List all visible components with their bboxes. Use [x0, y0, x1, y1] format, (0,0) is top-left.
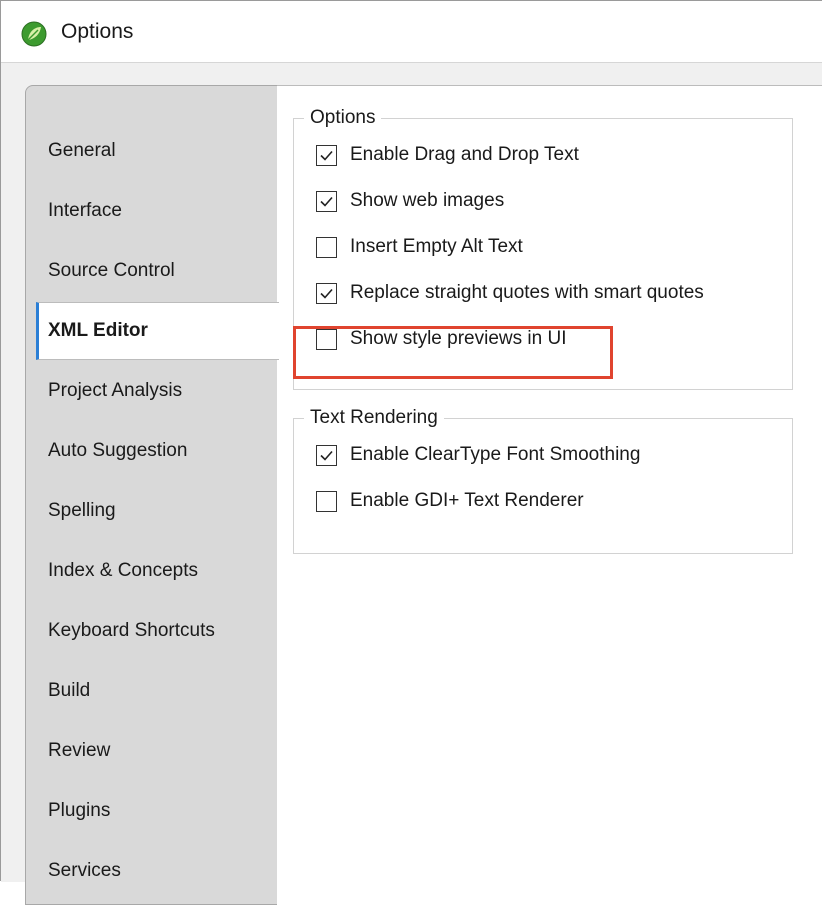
highlight-box	[293, 326, 613, 379]
tab-xml-editor[interactable]: XML Editor	[36, 302, 279, 360]
tab-index-concepts[interactable]: Index & Concepts	[26, 542, 278, 600]
checkbox-label: Insert Empty Alt Text	[350, 236, 523, 257]
checkbox-smart-quotes[interactable]	[316, 282, 337, 304]
checkbox-row-web-images[interactable]: Show web images	[316, 187, 504, 215]
tab-review[interactable]: Review	[26, 722, 278, 780]
checkbox-row-smart-quotes[interactable]: Replace straight quotes with smart quote…	[316, 279, 704, 307]
checkbox-cleartype[interactable]	[316, 444, 337, 466]
checkbox-empty-alt[interactable]	[316, 236, 337, 258]
checkbox-drag-drop[interactable]	[316, 144, 337, 166]
checkbox-row-cleartype[interactable]: Enable ClearType Font Smoothing	[316, 441, 640, 469]
checkbox-label: Show web images	[350, 190, 505, 211]
options-group-title: Options	[304, 107, 382, 129]
checkbox-label: Enable ClearType Font Smoothing	[350, 444, 641, 465]
tab-strip: General Interface Source Control XML Edi…	[25, 85, 279, 905]
dialog-content: General Interface Source Control XML Edi…	[1, 63, 822, 905]
checkmark-icon	[320, 450, 333, 461]
tab-plugins[interactable]: Plugins	[26, 782, 278, 840]
tab-services[interactable]: Services	[26, 842, 278, 900]
title-bar: Options	[1, 1, 822, 63]
tab-keyboard-shortcuts[interactable]: Keyboard Shortcuts	[26, 602, 278, 660]
tab-general[interactable]: General	[26, 122, 278, 180]
checkbox-row-empty-alt[interactable]: Insert Empty Alt Text	[316, 233, 523, 261]
window-title: Options	[61, 20, 134, 43]
tab-project-analysis[interactable]: Project Analysis	[26, 362, 278, 420]
checkmark-icon	[320, 196, 333, 207]
checkmark-icon	[320, 288, 333, 299]
checkbox-row-gdi[interactable]: Enable GDI+ Text Renderer	[316, 487, 584, 515]
tab-spelling[interactable]: Spelling	[26, 482, 278, 540]
checkbox-web-images[interactable]	[316, 190, 337, 212]
checkbox-gdi[interactable]	[316, 490, 337, 512]
tab-source-control[interactable]: Source Control	[26, 242, 278, 300]
leaf-logo-icon	[21, 21, 47, 47]
xml-editor-panel: Options Enable Drag and Drop Text Show w…	[277, 85, 822, 905]
text-rendering-group: Text Rendering Enable ClearType Font Smo…	[293, 407, 793, 554]
checkbox-row-drag-drop[interactable]: Enable Drag and Drop Text	[316, 141, 579, 169]
tab-build[interactable]: Build	[26, 662, 278, 720]
checkbox-label: Replace straight quotes with smart quote…	[350, 282, 704, 303]
checkmark-icon	[320, 150, 333, 161]
checkbox-label: Enable Drag and Drop Text	[350, 144, 579, 165]
tab-auto-suggestion[interactable]: Auto Suggestion	[26, 422, 278, 480]
checkbox-label: Enable GDI+ Text Renderer	[350, 490, 584, 511]
text-rendering-group-title: Text Rendering	[304, 407, 444, 429]
tab-interface[interactable]: Interface	[26, 182, 278, 240]
options-window: Options General Interface Source Control…	[0, 0, 822, 905]
